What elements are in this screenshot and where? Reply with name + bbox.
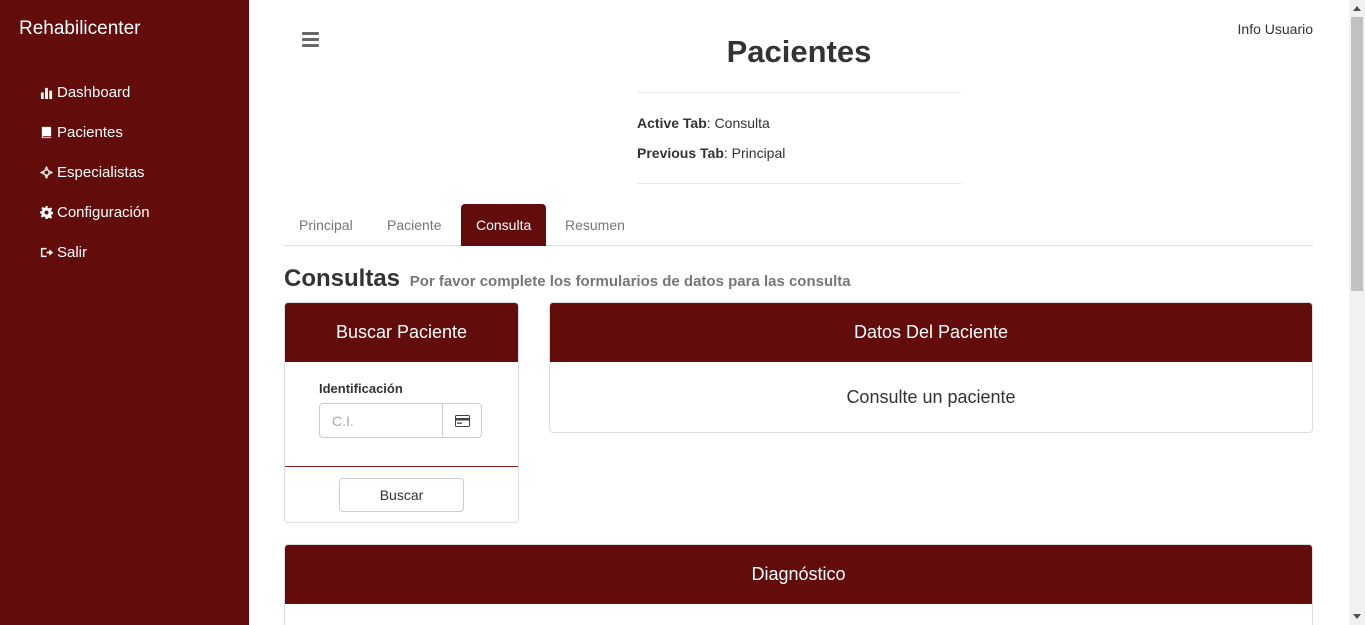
page-title: Pacientes xyxy=(726,34,872,69)
sidebar-item-label: Especialistas xyxy=(57,163,145,181)
main-content: Info Usuario Pacientes Active Tab: Consu… xyxy=(249,0,1349,625)
search-button[interactable]: Buscar xyxy=(339,478,464,512)
gear-icon xyxy=(38,204,54,220)
scroll-up-icon[interactable] xyxy=(1353,6,1361,11)
panel-divider xyxy=(285,466,518,467)
tab-resumen[interactable]: Resumen xyxy=(550,204,640,246)
tab-consulta[interactable]: Consulta xyxy=(461,204,547,246)
panel-title: Diagnóstico xyxy=(285,545,1312,604)
divider xyxy=(637,92,961,93)
sidebar-item-dashboard[interactable]: Dashboard xyxy=(38,72,150,112)
menu-toggle-icon[interactable] xyxy=(302,32,319,48)
brand-name[interactable]: Rehabilicenter xyxy=(19,18,140,40)
sidebar: Rehabilicenter Dashboard Pacientes Espec… xyxy=(0,0,249,625)
tab-principal[interactable]: Principal xyxy=(284,204,368,246)
patient-data-panel: Datos Del Paciente Consulte un paciente xyxy=(549,302,1313,433)
sidebar-item-especialistas[interactable]: Especialistas xyxy=(38,152,150,192)
crosshair-icon xyxy=(38,164,54,180)
sidebar-item-label: Configuración xyxy=(57,203,150,221)
previous-tab-info: Previous Tab: Principal xyxy=(637,145,785,161)
user-info-link[interactable]: Info Usuario xyxy=(1238,21,1313,37)
divider xyxy=(637,183,961,184)
sidebar-item-configuracion[interactable]: Configuración xyxy=(38,192,150,232)
identification-input-group xyxy=(319,403,482,438)
sidebar-item-salir[interactable]: Salir xyxy=(38,232,150,272)
sidebar-nav: Dashboard Pacientes Especialistas Config… xyxy=(38,72,150,272)
section-title: Consultas xyxy=(284,265,401,292)
sidebar-item-label: Pacientes xyxy=(57,123,123,141)
sidebar-item-label: Salir xyxy=(57,243,88,261)
bar-chart-icon xyxy=(38,84,54,100)
tab-paciente[interactable]: Paciente xyxy=(372,204,456,246)
logout-icon xyxy=(38,244,54,260)
sidebar-item-pacientes[interactable]: Pacientes xyxy=(38,112,150,152)
sidebar-item-label: Dashboard xyxy=(57,83,131,101)
id-card-icon xyxy=(443,403,482,438)
active-tab-info: Active Tab: Consulta xyxy=(637,115,770,131)
previous-tab-label: Previous Tab xyxy=(637,145,724,161)
patient-data-message: Consulte un paciente xyxy=(846,387,1016,407)
panel-title: Datos Del Paciente xyxy=(550,303,1312,362)
previous-tab-value: : Principal xyxy=(723,145,786,161)
active-tab-label: Active Tab xyxy=(637,115,707,131)
diagnosis-panel: Diagnóstico xyxy=(284,544,1313,625)
search-patient-panel: Buscar Paciente Identificación Buscar xyxy=(284,302,519,523)
active-tab-value: : Consulta xyxy=(706,115,770,131)
section-heading: Consultas Por favor complete los formula… xyxy=(284,265,851,293)
panel-title: Buscar Paciente xyxy=(285,303,518,362)
identification-input[interactable] xyxy=(319,403,443,438)
book-icon xyxy=(38,124,54,140)
scrollbar-thumb[interactable] xyxy=(1351,17,1363,291)
page-scrollbar[interactable] xyxy=(1349,0,1365,625)
scroll-down-icon[interactable] xyxy=(1353,614,1361,619)
identification-label: Identificación xyxy=(319,381,403,396)
tab-bar: Principal Paciente Consulta Resumen xyxy=(284,204,1313,246)
section-subtitle: Por favor complete los formularios de da… xyxy=(409,273,851,290)
